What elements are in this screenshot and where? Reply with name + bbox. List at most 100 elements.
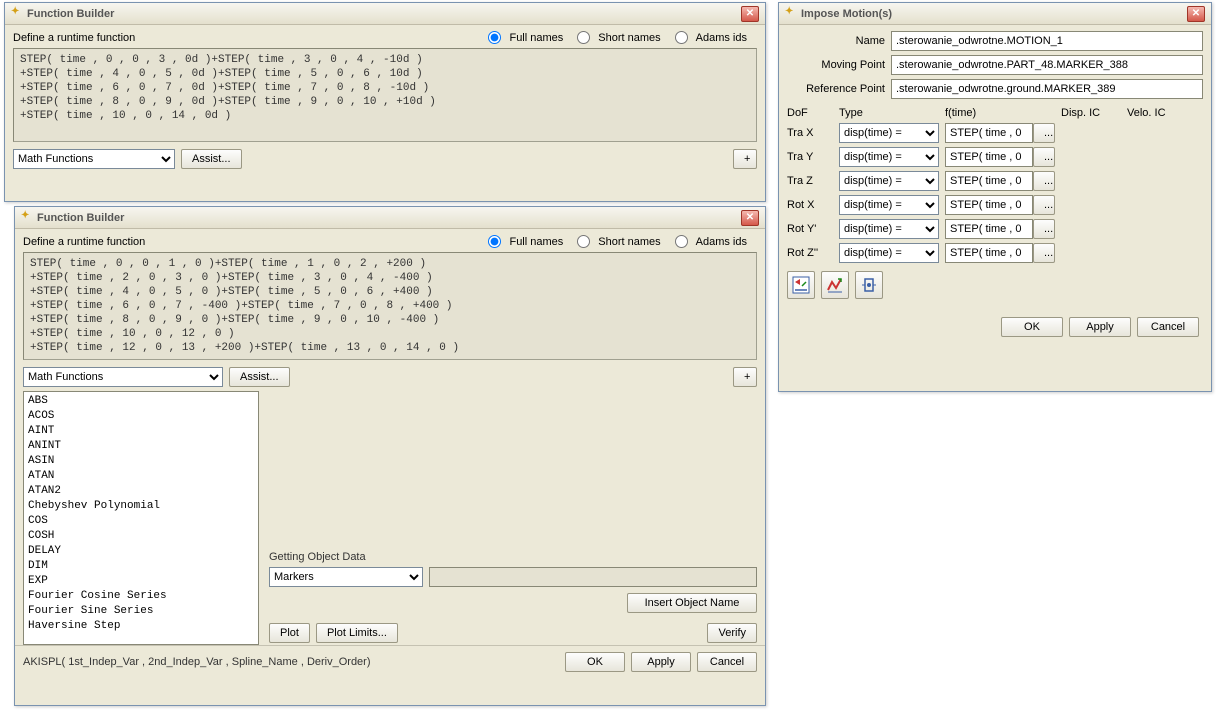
name-label: Name [787,35,891,47]
window-title: Function Builder [37,212,124,224]
ok-button[interactable]: OK [565,652,625,672]
insert-object-name-button[interactable]: Insert Object Name [627,593,757,613]
list-item[interactable]: DIM [28,559,254,574]
plus-button[interactable]: + [733,149,757,169]
assist-button[interactable]: Assist... [229,367,290,387]
type-select[interactable]: disp(time) = [839,195,939,215]
window-icon [785,8,797,20]
list-item[interactable]: Chebyshev Polynomial [28,499,254,514]
status-text: AKISPL( 1st_Indep_Var , 2nd_Indep_Var , … [23,656,559,668]
function-builder-window-1: Function Builder ✕ Define a runtime func… [4,2,766,202]
type-select[interactable]: disp(time) = [839,243,939,263]
radio-adams-ids[interactable] [675,31,688,44]
reference-point-label: Reference Point [787,83,891,95]
type-select[interactable]: disp(time) = [839,123,939,143]
list-item[interactable]: Fourier Cosine Series [28,589,254,604]
tool-icon-3[interactable] [855,271,883,299]
cancel-button[interactable]: Cancel [697,652,757,672]
type-select[interactable]: disp(time) = [839,171,939,191]
ellipsis-button[interactable]: ... [1033,123,1055,143]
type-select[interactable]: disp(time) = [839,219,939,239]
titlebar[interactable]: Function Builder ✕ [5,3,765,25]
list-item[interactable]: ASIN [28,454,254,469]
function-builder-window-2: Function Builder ✕ Define a runtime func… [14,206,766,706]
type-select[interactable]: disp(time) = [839,147,939,167]
list-item[interactable]: ACOS [28,409,254,424]
ftime-field[interactable] [945,243,1033,263]
list-item[interactable]: DELAY [28,544,254,559]
ftime-field[interactable] [945,123,1033,143]
define-label: Define a runtime function [23,236,145,248]
ftime-field[interactable] [945,195,1033,215]
ftime-field[interactable] [945,219,1033,239]
list-item[interactable]: COSH [28,529,254,544]
window-icon [11,8,23,20]
assist-button[interactable]: Assist... [181,149,242,169]
apply-button[interactable]: Apply [1069,317,1131,337]
name-mode-radios: Full names Short names Adams ids [488,235,757,248]
name-mode-radios: Full names Short names Adams ids [488,31,757,44]
dof-row: Rot X disp(time) =... [787,195,1203,215]
ellipsis-button[interactable]: ... [1033,147,1055,167]
plot-button[interactable]: Plot [269,623,310,643]
close-icon[interactable]: ✕ [741,6,759,22]
radio-full-names[interactable] [488,31,501,44]
radio-short-names[interactable] [577,31,590,44]
dof-table-header: DoF Type f(time) Disp. IC Velo. IC [787,107,1203,119]
dof-label: Tra X [787,127,833,139]
list-item[interactable]: AINT [28,424,254,439]
define-label: Define a runtime function [13,32,135,44]
ellipsis-button[interactable]: ... [1033,195,1055,215]
verify-button[interactable]: Verify [707,623,757,643]
cancel-button[interactable]: Cancel [1137,317,1199,337]
titlebar[interactable]: Impose Motion(s) ✕ [779,3,1211,25]
dof-label: Tra Y [787,151,833,163]
window-icon [21,212,33,224]
ellipsis-button[interactable]: ... [1033,219,1055,239]
getting-object-data-label: Getting Object Data [269,551,757,563]
ftime-field[interactable] [945,147,1033,167]
list-item[interactable]: Fourier Sine Series [28,604,254,619]
ftime-field[interactable] [945,171,1033,191]
close-icon[interactable]: ✕ [1187,6,1205,22]
ellipsis-button[interactable]: ... [1033,171,1055,191]
list-item[interactable]: ANINT [28,439,254,454]
dof-row: Tra Zdisp(time) =... [787,171,1203,191]
ellipsis-button[interactable]: ... [1033,243,1055,263]
radio-adams-ids[interactable] [675,235,688,248]
tool-icon-2[interactable] [821,271,849,299]
function-textarea[interactable] [23,252,757,360]
dof-row: Tra X disp(time) =... [787,123,1203,143]
window-title: Function Builder [27,8,114,20]
list-item[interactable]: EXP [28,574,254,589]
titlebar[interactable]: Function Builder ✕ [15,207,765,229]
dof-label: Rot Z'' [787,247,833,259]
moving-point-label: Moving Point [787,59,891,71]
close-icon[interactable]: ✕ [741,210,759,226]
impose-motion-window: Impose Motion(s) ✕ Name Moving Point Ref… [778,2,1212,392]
tool-icon-1[interactable] [787,271,815,299]
list-item[interactable]: ATAN [28,469,254,484]
list-item[interactable]: ATAN2 [28,484,254,499]
dof-row: Rot Z'' disp(time) =... [787,243,1203,263]
moving-point-field[interactable] [891,55,1203,75]
reference-point-field[interactable] [891,79,1203,99]
functions-listbox[interactable]: ABSACOSAINTANINTASINATANATAN2Chebyshev P… [23,391,259,645]
dof-label: Rot Y' [787,223,833,235]
plot-limits-button[interactable]: Plot Limits... [316,623,398,643]
plus-button[interactable]: + [733,367,757,387]
list-item[interactable]: Haversine Step [28,619,254,634]
list-item[interactable]: COS [28,514,254,529]
category-select[interactable]: Math Functions [23,367,223,387]
object-type-select[interactable]: Markers [269,567,423,587]
radio-short-names[interactable] [577,235,590,248]
apply-button[interactable]: Apply [631,652,691,672]
category-select[interactable]: Math Functions [13,149,175,169]
function-textarea[interactable] [13,48,757,142]
ok-button[interactable]: OK [1001,317,1063,337]
dof-label: Rot X [787,199,833,211]
list-item[interactable]: ABS [28,394,254,409]
name-field[interactable] [891,31,1203,51]
object-name-field[interactable] [429,567,757,587]
radio-full-names[interactable] [488,235,501,248]
